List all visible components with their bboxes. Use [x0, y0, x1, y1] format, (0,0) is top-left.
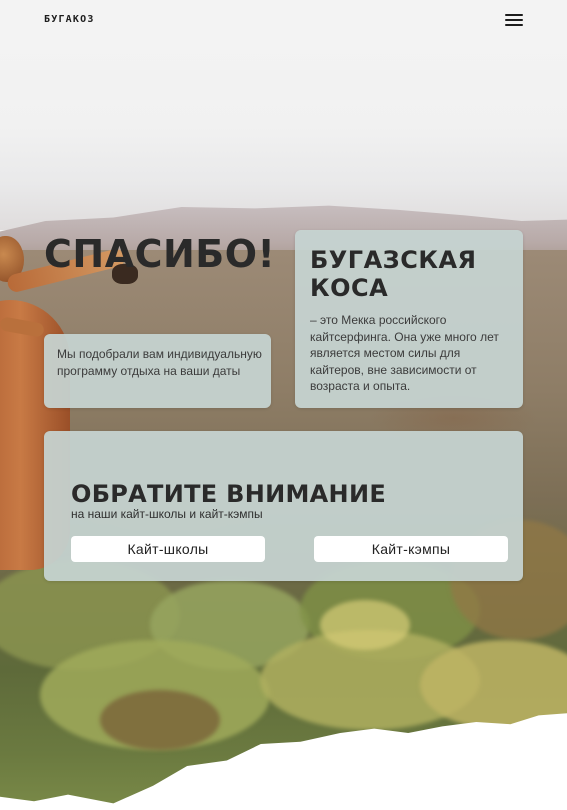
shrub [320, 600, 410, 650]
kite-camps-button[interactable]: Кайт-кэмпы [314, 536, 508, 562]
attention-title: ОБРАТИТЕ ВНИМАНИЕ [71, 480, 387, 508]
attention-card: ОБРАТИТЕ ВНИМАНИЕ на наши кайт-школы и к… [44, 431, 523, 581]
selection-info-text: Мы подобрали вам индивидуальную программ… [57, 347, 262, 378]
kite-schools-button[interactable]: Кайт-школы [71, 536, 265, 562]
shrub [100, 690, 220, 750]
bugaz-spit-text: – это Мекка российского кайтсерфинга. Он… [310, 313, 499, 393]
selection-info-card: Мы подобрали вам индивидуальную программ… [44, 334, 271, 408]
thanks-title: СПАСИБО! [44, 232, 276, 276]
site-header: БУГАКОЗ [0, 0, 567, 40]
hamburger-menu-icon[interactable] [505, 13, 523, 27]
attention-subtitle: на наши кайт-школы и кайт-кэмпы [71, 507, 263, 521]
bugaz-spit-card: БУГАЗСКАЯ КОСА – это Мекка российского к… [295, 230, 523, 408]
site-logo[interactable]: БУГАКОЗ [44, 14, 95, 25]
bugaz-spit-title: БУГАЗСКАЯ КОСА [310, 246, 477, 302]
